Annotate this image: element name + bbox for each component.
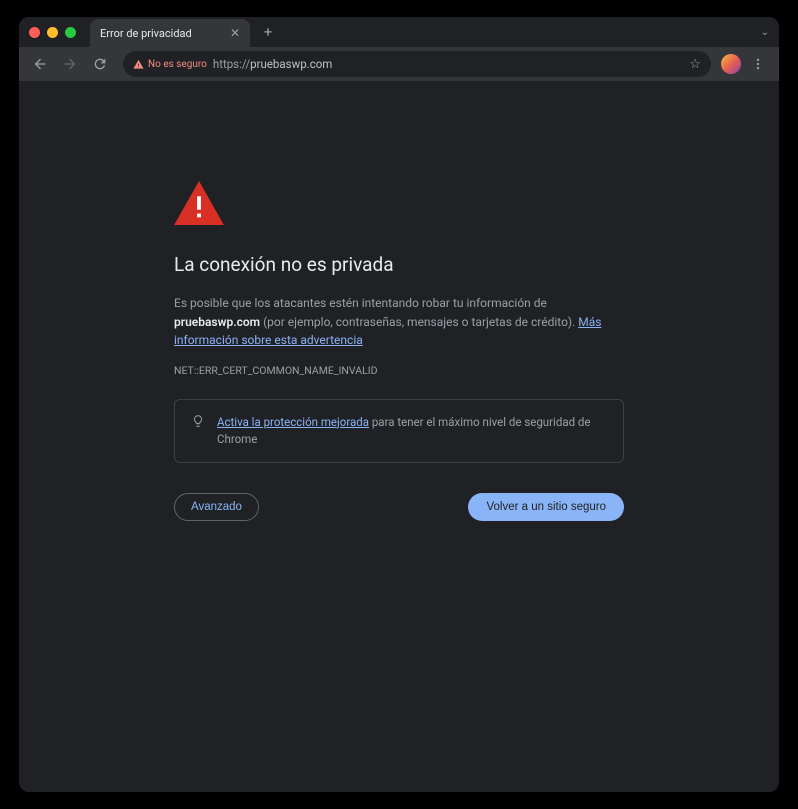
enhanced-protection-link[interactable]: Activa la protección mejorada (217, 415, 369, 429)
titlebar: Error de privacidad ✕ + ⌄ (19, 17, 779, 47)
ssl-error-interstitial: La conexión no es privada Es posible que… (174, 181, 624, 521)
new-tab-button[interactable]: + (258, 22, 278, 42)
warning-triangle-icon (133, 59, 144, 70)
button-row: Avanzado Volver a un sitio seguro (174, 493, 624, 521)
minimize-window-button[interactable] (47, 27, 58, 38)
error-heading: La conexión no es privada (174, 253, 624, 276)
forward-button[interactable] (57, 51, 83, 77)
url-text: https://pruebaswp.com (213, 57, 683, 71)
url-protocol: https:// (213, 57, 250, 71)
back-button[interactable] (27, 51, 53, 77)
security-indicator[interactable]: No es seguro (133, 59, 207, 70)
error-code: NET::ERR_CERT_COMMON_NAME_INVALID (174, 364, 624, 377)
body-suffix: (por ejemplo, contraseñas, mensajes o ta… (260, 315, 578, 329)
bookmark-star-icon[interactable]: ☆ (689, 57, 701, 72)
not-secure-label: No es seguro (148, 59, 207, 70)
body-prefix: Es posible que los atacantes estén inten… (174, 296, 547, 310)
viewport: La conexión no es privada Es posible que… (19, 81, 779, 792)
close-tab-button[interactable]: ✕ (230, 27, 240, 39)
tab-title: Error de privacidad (100, 27, 224, 40)
browser-window: Error de privacidad ✕ + ⌄ No es seguro h… (19, 17, 779, 792)
enhanced-protection-promo: Activa la protección mejorada para tener… (174, 399, 624, 464)
lightbulb-icon (191, 414, 205, 449)
promo-text: Activa la protección mejorada para tener… (217, 414, 607, 449)
toolbar: No es seguro https://pruebaswp.com ☆ (19, 47, 779, 81)
url-host: pruebaswp.com (250, 57, 332, 71)
traffic-lights (29, 27, 76, 38)
error-body: Es posible que los atacantes estén inten… (174, 294, 624, 350)
warning-icon (174, 181, 624, 225)
body-domain: pruebaswp.com (174, 315, 260, 329)
advanced-button[interactable]: Avanzado (174, 493, 259, 521)
address-bar[interactable]: No es seguro https://pruebaswp.com ☆ (123, 51, 711, 77)
back-to-safety-button[interactable]: Volver a un sitio seguro (468, 493, 624, 521)
expand-tabs-button[interactable]: ⌄ (761, 27, 769, 38)
close-window-button[interactable] (29, 27, 40, 38)
browser-tab[interactable]: Error de privacidad ✕ (90, 19, 250, 47)
browser-menu-button[interactable] (745, 51, 771, 77)
reload-button[interactable] (87, 51, 113, 77)
maximize-window-button[interactable] (65, 27, 76, 38)
profile-avatar[interactable] (721, 54, 741, 74)
